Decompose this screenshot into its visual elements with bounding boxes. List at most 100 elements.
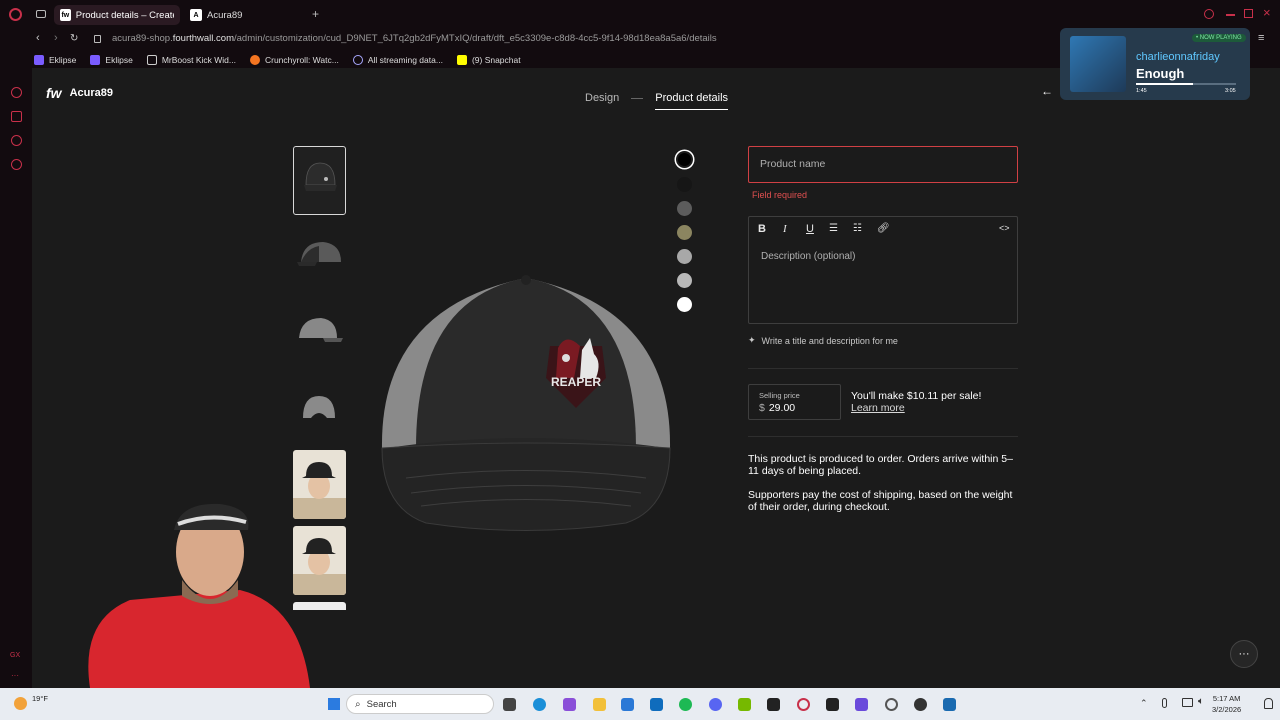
search-placeholder: Search	[366, 698, 397, 710]
track-elapsed: 1:45	[1136, 88, 1147, 94]
thumbnail-side-2[interactable]	[293, 298, 346, 367]
clock-date: 3/2/2026	[1212, 705, 1242, 714]
swatch-black[interactable]	[678, 153, 691, 166]
url-field[interactable]: acura89-shop.fourthwall.com/admin/custom…	[112, 33, 717, 44]
product-name-input[interactable]: Product name	[748, 146, 1018, 183]
streaming-icon	[352, 54, 363, 65]
album-art	[1070, 36, 1126, 92]
thumbnail-side[interactable]	[293, 222, 346, 291]
sidebar-bag-icon[interactable]	[11, 111, 22, 122]
brand[interactable]: fw Acura89	[46, 85, 113, 101]
thumbnail-front[interactable]	[293, 146, 346, 215]
bookmark-eklipse-1[interactable]: Eklipse	[34, 54, 76, 65]
obs-icon[interactable]	[767, 698, 780, 711]
bookmark-streaming[interactable]: All streaming data...	[352, 54, 443, 65]
divider	[748, 436, 1018, 437]
taskbar-search[interactable]: ⌕ Search	[346, 694, 494, 714]
chat-support-button[interactable]: ···	[1230, 640, 1258, 668]
currency-symbol: $	[759, 402, 765, 414]
clock[interactable]: 5:17 AM 3/2/2026	[1212, 693, 1241, 715]
tab-product-details[interactable]: fw Product details – Create a	[54, 5, 180, 25]
tray-chevron-icon[interactable]: ⌃	[1140, 698, 1148, 709]
numbered-list-icon[interactable]: ☷	[853, 223, 862, 234]
app-icon-3[interactable]	[914, 698, 927, 711]
eklipse-icon	[90, 54, 101, 65]
swatch-light-gray[interactable]	[677, 273, 692, 288]
ai-write-label: Write a title and description for me	[761, 335, 898, 346]
file-explorer-icon[interactable]	[593, 698, 606, 711]
track-total: 3:05	[1225, 88, 1236, 94]
name-error-message: Field required	[752, 190, 808, 200]
start-icon[interactable]	[328, 698, 340, 710]
bookmark-mrboost[interactable]: MrBoost Kick Wid...	[146, 54, 236, 65]
link-icon[interactable]: 🔗︎	[877, 223, 890, 234]
swatch-dark-gray[interactable]	[677, 201, 692, 216]
sidebar-history-icon[interactable]	[11, 135, 22, 146]
bold-button[interactable]: B	[758, 223, 766, 235]
fourthwall-favicon-icon: fw	[60, 9, 71, 21]
earnings-text: You'll make $10.11 per sale!	[851, 390, 982, 402]
product-image: REAPER	[376, 248, 676, 538]
weather-temp[interactable]: 19°F	[32, 694, 48, 703]
swatch-white[interactable]	[677, 297, 692, 312]
back-arrow-icon[interactable]: ←	[1041, 84, 1053, 98]
step-design[interactable]: Design	[585, 92, 619, 104]
description-editor[interactable]: B I U ☰ ☷ 🔗︎ <> Description (optional)	[748, 216, 1018, 324]
italic-button[interactable]: I	[783, 223, 787, 235]
step-product-details[interactable]: Product details	[655, 92, 729, 110]
more-icon[interactable]: ···	[11, 671, 19, 680]
tab-acura89[interactable]: A Acura89	[184, 5, 304, 25]
app-icon-4[interactable]	[943, 698, 956, 711]
ai-write-button[interactable]: ✦ Write a title and description for me	[748, 335, 898, 346]
bullet-list-icon[interactable]: ☰	[829, 223, 838, 234]
divider	[748, 368, 1018, 369]
edge-icon[interactable]	[533, 698, 546, 711]
settings-icon[interactable]	[885, 698, 898, 711]
volume-icon[interactable]: 🔈︎	[1198, 696, 1204, 707]
minimize-icon[interactable]	[1226, 14, 1235, 16]
track-progress-fill	[1136, 83, 1193, 85]
now-playing-widget: • NOW PLAYING charlieonnafriday Enough 1…	[1060, 28, 1250, 100]
bookmark-eklipse-2[interactable]: Eklipse	[90, 54, 133, 65]
back-icon[interactable]: ‹	[36, 32, 40, 44]
swatch-olive[interactable]	[677, 225, 692, 240]
network-icon[interactable]	[1182, 698, 1193, 707]
spotify-icon[interactable]	[679, 698, 692, 711]
learn-more-link[interactable]: Learn more	[851, 402, 905, 414]
store-icon[interactable]	[621, 698, 634, 711]
weather-icon[interactable]	[14, 697, 27, 710]
bookmark-snapchat[interactable]: (9) Snapchat	[456, 54, 521, 65]
copilot-icon[interactable]	[563, 698, 576, 711]
task-view-icon[interactable]	[503, 698, 516, 711]
opera-logo-icon[interactable]	[9, 8, 22, 21]
maximize-icon[interactable]	[1244, 9, 1253, 18]
eklipse-icon	[34, 54, 44, 65]
outlook-icon[interactable]	[650, 698, 663, 711]
selling-price-input[interactable]: Selling price $29.00	[748, 384, 841, 420]
code-view-button[interactable]: <>	[999, 223, 1010, 233]
app-icon-2[interactable]	[855, 698, 868, 711]
sidebar-home-icon[interactable]	[11, 87, 22, 98]
app-icon-1[interactable]	[826, 698, 839, 711]
tab-label: Product details – Create a	[75, 9, 174, 21]
close-icon[interactable]: ×	[1263, 5, 1271, 20]
opera-gx-icon[interactable]	[797, 698, 810, 711]
reload-icon[interactable]: ↻	[70, 33, 78, 44]
tab-manager-icon[interactable]	[36, 10, 46, 18]
thumbnail-back[interactable]	[293, 374, 346, 443]
forward-icon[interactable]: ›	[54, 32, 58, 44]
swatch-gray[interactable]	[677, 249, 692, 264]
search-tabs-icon[interactable]	[1204, 9, 1214, 19]
notifications-icon[interactable]	[1264, 698, 1273, 709]
discord-icon[interactable]	[709, 698, 722, 711]
menu-icon[interactable]: ≡	[1258, 32, 1264, 44]
underline-button[interactable]: U	[806, 223, 814, 235]
new-tab-icon[interactable]: +	[312, 7, 319, 21]
nvidia-icon[interactable]	[738, 698, 751, 711]
swatch-charcoal[interactable]	[677, 177, 692, 192]
fourthwall-logo: fw	[46, 85, 62, 101]
sidebar-settings-icon[interactable]	[11, 159, 22, 170]
bookmark-crunchyroll[interactable]: Crunchyroll: Watc...	[249, 54, 339, 65]
gx-icon[interactable]: GX	[10, 652, 20, 659]
microphone-icon[interactable]	[1162, 698, 1167, 708]
